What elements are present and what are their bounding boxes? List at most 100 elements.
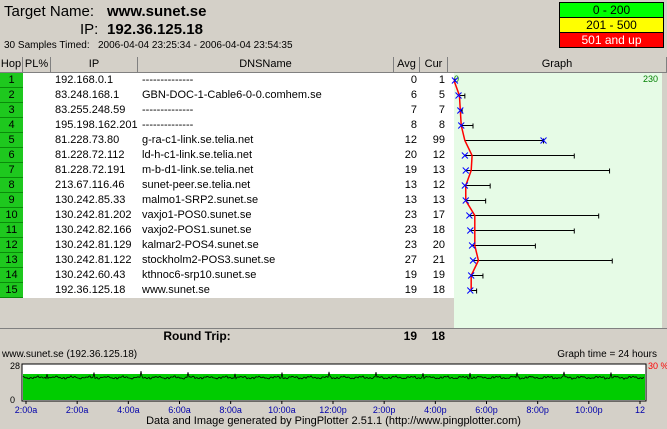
col-ip[interactable]: IP: [51, 57, 138, 73]
hop-avg: 20: [394, 148, 420, 163]
timeline-y-max: 28: [10, 361, 20, 371]
hop-number: 2: [0, 88, 23, 103]
round-trip-avg: 19: [394, 328, 420, 344]
hop-ip: 130.242.81.202: [51, 208, 138, 223]
hop-ip: 83.248.168.1: [51, 88, 138, 103]
timeline-x-label: 2:00a: [15, 405, 38, 415]
hop-avg: 13: [394, 178, 420, 193]
hop-dnsname: vaxjo2-POS1.sunet.se: [138, 223, 394, 238]
hop-number: 11: [0, 223, 23, 238]
col-avg[interactable]: Avg: [394, 57, 420, 73]
hop-cur: 13: [420, 193, 448, 208]
hop-dnsname: sunet-peer.se.telia.net: [138, 178, 394, 193]
hop-dnsname: GBN-DOC-1-Cable6-0-0.comhem.se: [138, 88, 394, 103]
legend-green: 0 - 200: [559, 2, 664, 18]
hop-ip: 130.242.82.166: [51, 223, 138, 238]
hop-ip: 192.168.0.1: [51, 73, 138, 88]
hop-cur: 1: [420, 73, 448, 88]
timeline-x-label: 12:00p: [319, 405, 347, 415]
hop-cur: 8: [420, 118, 448, 133]
hop-number: 9: [0, 193, 23, 208]
hop-cur: 13: [420, 163, 448, 178]
hop-avg: 19: [394, 268, 420, 283]
timeline-x-label: 10:00p: [575, 405, 603, 415]
round-trip-row: Round Trip: 19 18: [0, 328, 667, 344]
legend-red: 501 and up: [559, 32, 664, 48]
hop-dnsname: kalmar2-POS4.sunet.se: [138, 238, 394, 253]
packet-loss: [23, 178, 51, 193]
hop-dnsname: malmo1-SRP2.sunet.se: [138, 193, 394, 208]
round-trip-cur: 18: [420, 328, 448, 344]
legend-yellow: 201 - 500: [559, 17, 664, 33]
col-hop[interactable]: Hop: [0, 57, 23, 73]
hop-ip: 81.228.72.112: [51, 148, 138, 163]
hop-avg: 6: [394, 88, 420, 103]
hop-ip: 195.198.162.201: [51, 118, 138, 133]
hop-ip: 213.67.116.46: [51, 178, 138, 193]
hop-dnsname: --------------: [138, 103, 394, 118]
hop-ip: 81.228.73.80: [51, 133, 138, 148]
table-header: Hop PL% IP DNSName Avg Cur Graph: [0, 57, 667, 73]
col-pl[interactable]: PL%: [23, 57, 51, 73]
hop-avg: 23: [394, 223, 420, 238]
target-name-label: Target Name:: [4, 3, 95, 20]
hop-ip: 130.242.81.129: [51, 238, 138, 253]
hop-avg: 7: [394, 103, 420, 118]
hop-number: 13: [0, 253, 23, 268]
latency-graph: 0 230: [451, 74, 658, 294]
timeline-x-label: 6:00a: [168, 405, 191, 415]
col-dnsname[interactable]: DNSName: [138, 57, 394, 73]
hop-number: 14: [0, 268, 23, 283]
header: Target Name: www.sunet.se IP: 192.36.125…: [0, 0, 667, 56]
hop-dnsname: kthnoc6-srp10.sunet.se: [138, 268, 394, 283]
timeline-x-label: 2:00p: [373, 405, 396, 415]
col-graph[interactable]: Graph: [448, 57, 667, 73]
hop-number: 5: [0, 133, 23, 148]
ip-value: 192.36.125.18: [107, 21, 203, 38]
col-cur[interactable]: Cur: [420, 57, 448, 73]
hop-ip: 130.242.60.43: [51, 268, 138, 283]
packet-loss: [23, 223, 51, 238]
timeline-x-label: 8:00p: [526, 405, 549, 415]
hop-number: 15: [0, 283, 23, 298]
hop-number: 1: [0, 73, 23, 88]
hop-dnsname: --------------: [138, 73, 394, 88]
hop-dnsname: g-ra-c1-link.se.telia.net: [138, 133, 394, 148]
hop-dnsname: vaxjo1-POS0.sunet.se: [138, 208, 394, 223]
packet-loss: [23, 163, 51, 178]
packet-loss: [23, 283, 51, 298]
time-range: 2006-04-04 23:25:34 - 2006-04-04 23:54:3…: [97, 40, 293, 51]
hop-cur: 12: [420, 178, 448, 193]
timeline-x-label: 4:00p: [424, 405, 447, 415]
hop-ip: 130.242.85.33: [51, 193, 138, 208]
hop-dnsname: stockholm2-POS3.sunet.se: [138, 253, 394, 268]
hop-avg: 0: [394, 73, 420, 88]
hop-cur: 5: [420, 88, 448, 103]
round-trip-label: Round Trip:: [0, 328, 394, 344]
hop-cur: 20: [420, 238, 448, 253]
packet-loss: [23, 148, 51, 163]
ip-label: IP:: [80, 21, 99, 38]
hop-cur: 99: [420, 133, 448, 148]
timeline-x-label: 12: [635, 405, 645, 415]
target-name-value: www.sunet.se: [107, 3, 207, 20]
hop-number: 8: [0, 178, 23, 193]
hop-avg: 8: [394, 118, 420, 133]
hop-ip: 130.242.81.122: [51, 253, 138, 268]
packet-loss: [23, 133, 51, 148]
timeline-graph: 28 0 30 % 2:00a 2:00a 4:00a 6:00a 8:00a 10:00a 12…: [10, 361, 667, 415]
packet-loss: [23, 253, 51, 268]
packet-loss: [23, 193, 51, 208]
hop-cur: 7: [420, 103, 448, 118]
round-trip-graph: [448, 328, 667, 344]
hop-avg: 19: [394, 163, 420, 178]
hop-ip: 192.36.125.18: [51, 283, 138, 298]
hop-avg: 19: [394, 283, 420, 298]
hop-cur: 18: [420, 283, 448, 298]
timeline-x-label: 2:00a: [66, 405, 89, 415]
hop-avg: 27: [394, 253, 420, 268]
hop-cur: 17: [420, 208, 448, 223]
packet-loss: [23, 73, 51, 88]
timeline-x-label: 4:00a: [117, 405, 140, 415]
hop-avg: 12: [394, 133, 420, 148]
